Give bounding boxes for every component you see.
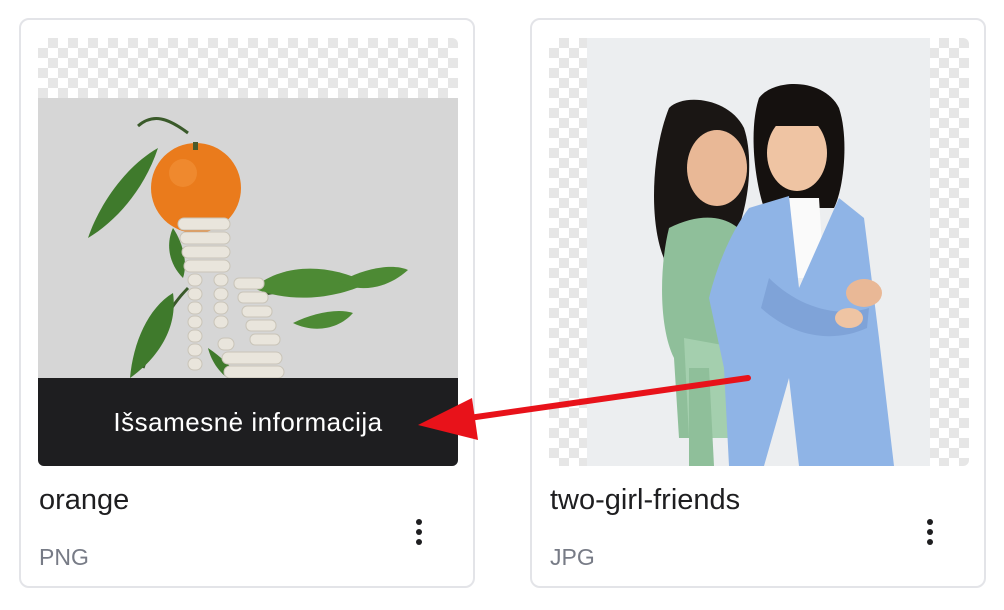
more-vertical-icon-dot: [416, 539, 422, 545]
details-overlay-button[interactable]: Išsamesnė informacija: [38, 378, 458, 466]
more-vertical-icon-dot: [416, 529, 422, 535]
asset-card-orange[interactable]: Išsamesnė informacija orange PNG: [19, 18, 475, 588]
asset-card-two-girl-friends[interactable]: two-girl-friends JPG: [530, 18, 986, 588]
asset-type: JPG: [550, 544, 595, 570]
more-options-button[interactable]: [914, 514, 946, 550]
asset-name: two-girl-friends: [550, 484, 741, 516]
more-vertical-icon-dot: [927, 539, 933, 545]
more-vertical-icon: [416, 519, 422, 525]
more-vertical-icon: [927, 519, 933, 525]
two-girl-friends-image: [587, 38, 930, 466]
asset-thumbnail-two-girl-friends[interactable]: [549, 38, 969, 466]
asset-type: PNG: [39, 544, 89, 570]
asset-name: orange: [39, 484, 130, 516]
asset-thumbnail-orange[interactable]: Išsamesnė informacija: [38, 38, 458, 466]
more-options-button[interactable]: [403, 514, 435, 550]
more-vertical-icon-dot: [927, 529, 933, 535]
